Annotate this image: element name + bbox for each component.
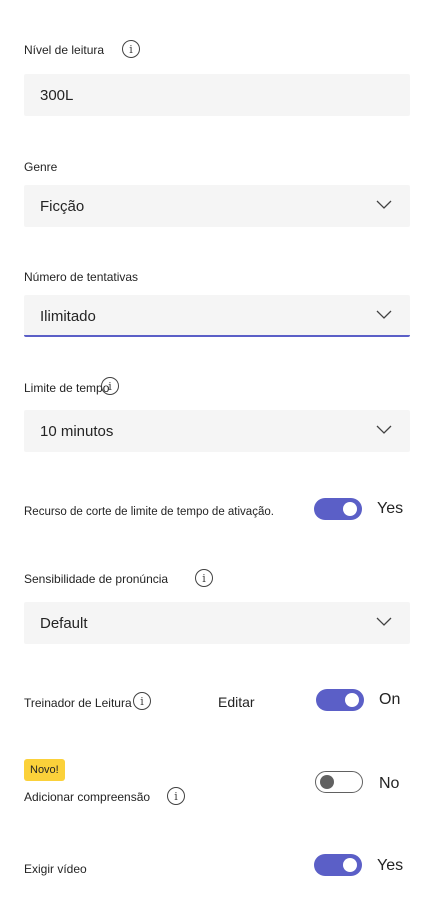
info-icon[interactable]: i [122,40,140,58]
time-limit-cutoff-label: Recurso de corte de limite de tempo de a… [24,506,274,518]
toggle-knob [343,858,357,872]
attempts-dropdown[interactable]: Ilimitado [24,295,410,337]
edit-button[interactable]: Editar [218,694,255,710]
toggle-knob [345,693,359,707]
info-icon[interactable]: i [133,692,151,710]
new-badge: Novo! [24,759,65,781]
chevron-down-icon [376,617,392,626]
require-video-state: Yes [377,857,404,874]
reading-coach-toggle[interactable] [316,689,364,711]
chevron-down-icon [376,425,392,434]
genre-label: Genre [24,160,58,174]
comprehension-toggle[interactable] [315,771,363,793]
toggle-knob [343,502,357,516]
chevron-down-icon [376,200,392,209]
reading-coach-label: Treinador de Leitura [24,696,132,710]
genre-value: Ficção [40,198,85,215]
time-limit-label: Limite de tempo [24,381,110,395]
pronunciation-dropdown[interactable]: Default [24,602,410,644]
comprehension-state: No [379,775,400,792]
info-icon[interactable]: i [101,377,119,395]
comprehension-label: Adicionar compreensão [24,790,151,804]
attempts-label: Número de tentativas [24,270,139,284]
toggle-knob [320,775,334,789]
reading-coach-state: On [379,691,401,708]
reading-level-value: 300L [40,87,74,104]
time-limit-cutoff-state: Yes [377,500,404,517]
time-limit-dropdown[interactable]: 10 minutos [24,410,410,452]
reading-level-input[interactable]: 300L [24,74,410,116]
genre-dropdown[interactable]: Ficção [24,185,410,227]
require-video-toggle[interactable] [314,854,362,876]
info-icon[interactable]: i [195,569,213,587]
require-video-label: Exigir vídeo [24,862,87,876]
reading-level-label: Nível de leitura [24,43,105,57]
time-limit-cutoff-toggle[interactable] [314,498,362,520]
time-limit-value: 10 minutos [40,423,114,440]
attempts-value: Ilimitado [40,308,96,325]
info-icon[interactable]: i [167,787,185,805]
pronunciation-value: Default [40,615,88,632]
pronunciation-label: Sensibilidade de pronúncia [24,572,169,586]
chevron-down-icon [376,310,392,319]
